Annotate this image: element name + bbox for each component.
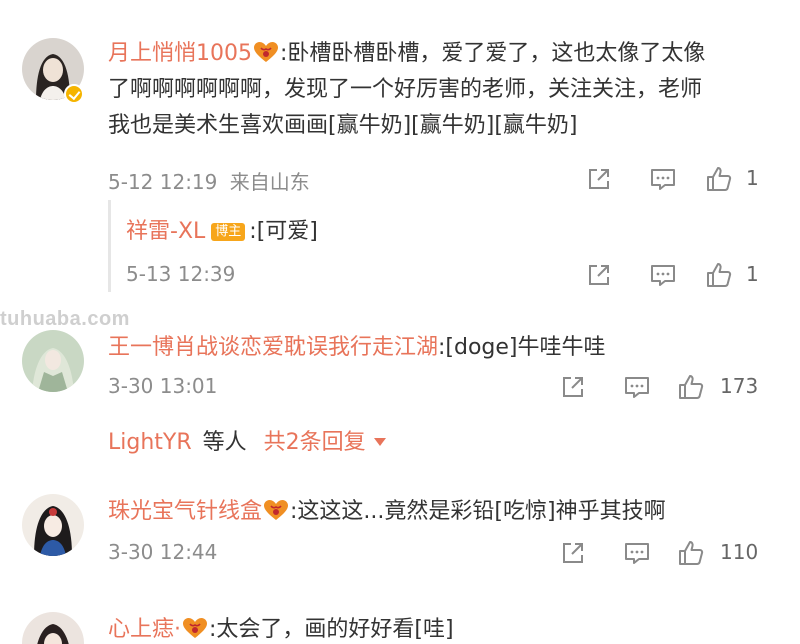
- reply-body: 祥雷-XL 博主:[可爱]: [126, 214, 318, 250]
- reply-actions: 1: [0, 260, 800, 290]
- comment-icon[interactable]: [648, 260, 678, 290]
- blogger-badge: 博主: [211, 223, 246, 241]
- comment-text: :这这这...竟然是彩铅[吃惊]神乎其技啊: [290, 499, 666, 524]
- like-icon[interactable]: [676, 372, 706, 402]
- username-link[interactable]: 月上悄悄1005: [108, 41, 252, 66]
- username-link[interactable]: 心上痣·: [108, 617, 181, 642]
- like-count: 173: [720, 374, 759, 398]
- username-link[interactable]: 珠光宝气针线盒: [108, 499, 262, 524]
- comment-text: :[doge]牛哇牛哇: [438, 335, 606, 360]
- comment-icon[interactable]: [622, 538, 652, 568]
- like-icon[interactable]: [676, 538, 706, 568]
- share-icon[interactable]: [558, 538, 588, 568]
- fan-heart-icon: [263, 499, 289, 521]
- comment-text: :太会了，画的好好看[哇]: [209, 617, 454, 642]
- view-replies-link[interactable]: 共2条回复: [264, 430, 366, 455]
- comment-body: 王一博肖战谈恋爱耽误我行走江湖:[doge]牛哇牛哇: [108, 330, 606, 366]
- more-replies-middle: 等人: [202, 430, 247, 455]
- comment-actions: 110: [0, 538, 800, 568]
- chevron-down-icon[interactable]: [373, 438, 386, 446]
- verified-badge-icon: [64, 84, 84, 104]
- comment-text: 了啊啊啊啊啊啊，发现了一个好厉害的老师，关注关注，老师: [108, 77, 703, 102]
- share-icon[interactable]: [558, 372, 588, 402]
- comment-actions: 173: [0, 372, 800, 402]
- comment-body: 心上痣· :太会了，画的好好看[哇]: [108, 612, 454, 644]
- fan-heart-icon: [253, 41, 279, 63]
- comment-icon[interactable]: [622, 372, 652, 402]
- like-count: 1: [746, 262, 759, 286]
- like-count: 1: [746, 166, 759, 190]
- reply-user-link[interactable]: LightYR: [108, 430, 192, 455]
- reply-text: :[可爱]: [249, 219, 318, 244]
- like-icon[interactable]: [704, 164, 734, 194]
- reply-username-link[interactable]: 祥雷-XL: [126, 219, 205, 244]
- comment-icon[interactable]: [648, 164, 678, 194]
- like-icon[interactable]: [704, 260, 734, 290]
- share-icon[interactable]: [584, 164, 614, 194]
- avatar[interactable]: [22, 612, 84, 644]
- comment-body: 珠光宝气针线盒 :这这这...竟然是彩铅[吃惊]神乎其技啊: [108, 494, 666, 530]
- share-icon[interactable]: [584, 260, 614, 290]
- comment-text: 我也是美术生喜欢画画[赢牛奶][赢牛奶][赢牛奶]: [108, 113, 578, 138]
- fan-heart-icon: [182, 617, 208, 639]
- username-link[interactable]: 王一博肖战谈恋爱耽误我行走江湖: [108, 335, 438, 360]
- watermark: tuhuaba.com: [0, 308, 130, 330]
- more-replies[interactable]: LightYR 等人 共2条回复: [108, 424, 386, 456]
- comment-actions: 1: [0, 164, 800, 194]
- like-count: 110: [720, 540, 759, 564]
- comment-text: :卧槽卧槽卧槽，爱了爱了，这也太像了太像: [280, 41, 706, 66]
- comment-body: 月上悄悄1005 :卧槽卧槽卧槽，爱了爱了，这也太像了太像 了啊啊啊啊啊啊，发现了…: [108, 36, 788, 144]
